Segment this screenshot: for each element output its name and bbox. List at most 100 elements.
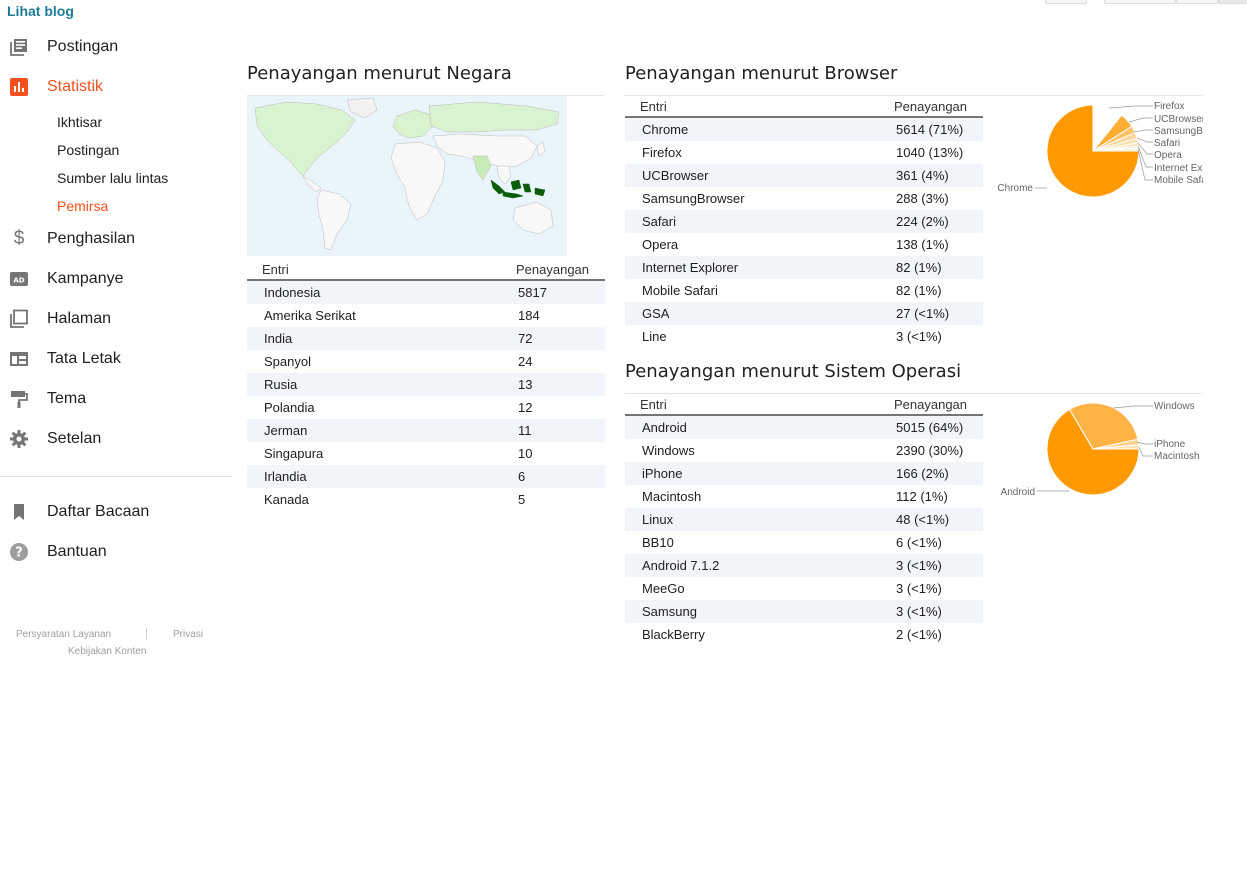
country-row-name: Rusia <box>264 377 298 392</box>
country-row[interactable]: India 72 <box>247 327 605 350</box>
country-row[interactable]: Kanada 5 <box>247 488 605 511</box>
help-icon: ? <box>9 542 29 562</box>
browser-row-name: UCBrowser <box>642 168 709 183</box>
terms-link[interactable]: Persyaratan Layanan <box>16 629 111 640</box>
nav-item-pages[interactable]: Halaman <box>0 299 232 339</box>
view-blog-link[interactable]: Lihat blog <box>7 3 74 19</box>
browser-row-views: 5614 (71%) <box>896 122 964 137</box>
nav-label-pages: Halaman <box>47 310 112 327</box>
browser-row[interactable]: Mobile Safari 82 (1%) <box>625 279 983 302</box>
bar-chart-icon <box>9 77 29 97</box>
browser-row[interactable]: UCBrowser 361 (4%) <box>625 164 983 187</box>
os-table-header: Entri Penayangan <box>625 394 983 416</box>
browser-row-views: 3 (<1%) <box>896 329 942 344</box>
browser-row[interactable]: Internet Explorer 82 (1%) <box>625 256 983 279</box>
browser-row[interactable]: Firefox 1040 (13%) <box>625 141 983 164</box>
os-row[interactable]: Android 7.1.2 3 (<1%) <box>625 554 983 577</box>
subnav-traffic-sources[interactable]: Sumber lalu lintas <box>57 170 168 186</box>
subnav-overview[interactable]: Ikhtisar <box>57 114 102 130</box>
browser-row[interactable]: GSA 27 (<1%) <box>625 302 983 325</box>
os-row-name: BlackBerry <box>642 627 705 642</box>
nav-item-stats[interactable]: Statistik <box>0 67 232 107</box>
browser-row-name: SamsungBrowser <box>642 191 745 206</box>
top-button-2[interactable] <box>1104 0 1176 4</box>
pie-label-samsung: SamsungBrowser <box>1154 126 1203 137</box>
gear-icon <box>9 429 29 449</box>
pie-label-ucbrowser: UCBrowser <box>1154 114 1203 125</box>
country-col-entry: Entri <box>262 262 289 277</box>
world-map-svg <box>247 96 567 256</box>
nav-item-settings[interactable]: Setelan <box>0 419 232 459</box>
privacy-link[interactable]: Privasi <box>173 629 203 640</box>
country-row[interactable]: Amerika Serikat 184 <box>247 304 605 327</box>
browser-row[interactable]: Line 3 (<1%) <box>625 325 983 348</box>
nav-item-help[interactable]: ? Bantuan <box>0 532 232 572</box>
browser-row-views: 361 (4%) <box>896 168 949 183</box>
pie-label-opera: Opera <box>1154 150 1182 161</box>
browser-row[interactable]: Chrome 5614 (71%) <box>625 118 983 141</box>
top-button-4[interactable] <box>1218 0 1247 4</box>
top-button-1[interactable] <box>1045 0 1087 4</box>
os-row-views: 3 (<1%) <box>896 558 942 573</box>
country-row[interactable]: Irlandia 6 <box>247 465 605 488</box>
country-row[interactable]: Rusia 13 <box>247 373 605 396</box>
browser-row-views: 1040 (13%) <box>896 145 964 160</box>
os-row-views: 6 (<1%) <box>896 535 942 550</box>
country-row[interactable]: Jerman 11 <box>247 419 605 442</box>
os-row[interactable]: BlackBerry 2 (<1%) <box>625 623 983 646</box>
nav-label-layout: Tata Letak <box>47 350 121 367</box>
os-row[interactable]: Macintosh 112 (1%) <box>625 485 983 508</box>
posts-icon <box>9 37 29 57</box>
country-row[interactable]: Spanyol 24 <box>247 350 605 373</box>
os-row[interactable]: Windows 2390 (30%) <box>625 439 983 462</box>
os-table: Entri Penayangan Android 5015 (64%) Window… <box>625 394 983 646</box>
browser-row-name: Mobile Safari <box>642 283 718 298</box>
os-row[interactable]: Linux 48 (<1%) <box>625 508 983 531</box>
country-row-views: 6 <box>518 469 526 484</box>
content-policy-link[interactable]: Kebijakan Konten <box>68 646 146 656</box>
os-pie-label-macintosh: Macintosh <box>1154 451 1200 462</box>
country-row-views: 72 <box>518 331 533 346</box>
browser-row-name: Firefox <box>642 145 682 160</box>
os-row[interactable]: Samsung 3 (<1%) <box>625 600 983 623</box>
nav-item-layout[interactable]: Tata Letak <box>0 339 232 379</box>
dollar-icon: $ <box>13 228 25 249</box>
nav-label-help: Bantuan <box>47 543 107 560</box>
top-button-3[interactable] <box>1176 0 1218 4</box>
country-row[interactable]: Indonesia 5817 <box>247 281 605 304</box>
os-row[interactable]: iPhone 166 (2%) <box>625 462 983 485</box>
browser-col-entry: Entri <box>640 99 667 114</box>
country-row-name: Kanada <box>264 492 309 507</box>
os-row-name: MeeGo <box>642 581 685 596</box>
os-row[interactable]: MeeGo 3 (<1%) <box>625 577 983 600</box>
os-row-name: Macintosh <box>642 489 702 504</box>
os-row[interactable]: BB10 6 (<1%) <box>625 531 983 554</box>
nav-item-posts[interactable]: Postingan <box>0 27 232 67</box>
country-row-views: 13 <box>518 377 533 392</box>
browser-table-header: Entri Penayangan <box>625 96 983 118</box>
subnav-posts[interactable]: Postingan <box>57 142 119 158</box>
nav-item-theme[interactable]: Tema <box>0 379 232 419</box>
nav-item-earnings[interactable]: $ Penghasilan <box>0 219 232 259</box>
nav-item-campaigns[interactable]: AD Kampanye <box>0 259 232 299</box>
os-row[interactable]: Android 5015 (64%) <box>625 416 983 439</box>
country-row-name: India <box>264 331 293 346</box>
subnav-audience[interactable]: Pemirsa <box>57 198 108 214</box>
browser-row[interactable]: Opera 138 (1%) <box>625 233 983 256</box>
browser-section-title: Penayangan menurut Browser <box>625 63 898 84</box>
pie-label-safari: Safari <box>1154 138 1180 149</box>
svg-text:?: ? <box>15 546 23 561</box>
browser-row-views: 82 (1%) <box>896 260 942 275</box>
os-row-views: 2 (<1%) <box>896 627 942 642</box>
nav-label-earnings: Penghasilan <box>47 230 136 247</box>
browser-row-views: 224 (2%) <box>896 214 949 229</box>
browser-row[interactable]: SamsungBrowser 288 (3%) <box>625 187 983 210</box>
browser-row[interactable]: Safari 224 (2%) <box>625 210 983 233</box>
ad-icon: AD <box>9 269 29 289</box>
country-row[interactable]: Singapura 10 <box>247 442 605 465</box>
os-row-name: iPhone <box>642 466 683 481</box>
country-table-body: Indonesia 5817 Amerika Serikat 184 India 72 Sp… <box>247 281 605 511</box>
browser-pie-chart: Chrome Firefox UCBrowser SamsungBrowser … <box>997 101 1203 198</box>
country-row[interactable]: Polandia 12 <box>247 396 605 419</box>
nav-item-reading-list[interactable]: Daftar Bacaan <box>0 492 232 532</box>
